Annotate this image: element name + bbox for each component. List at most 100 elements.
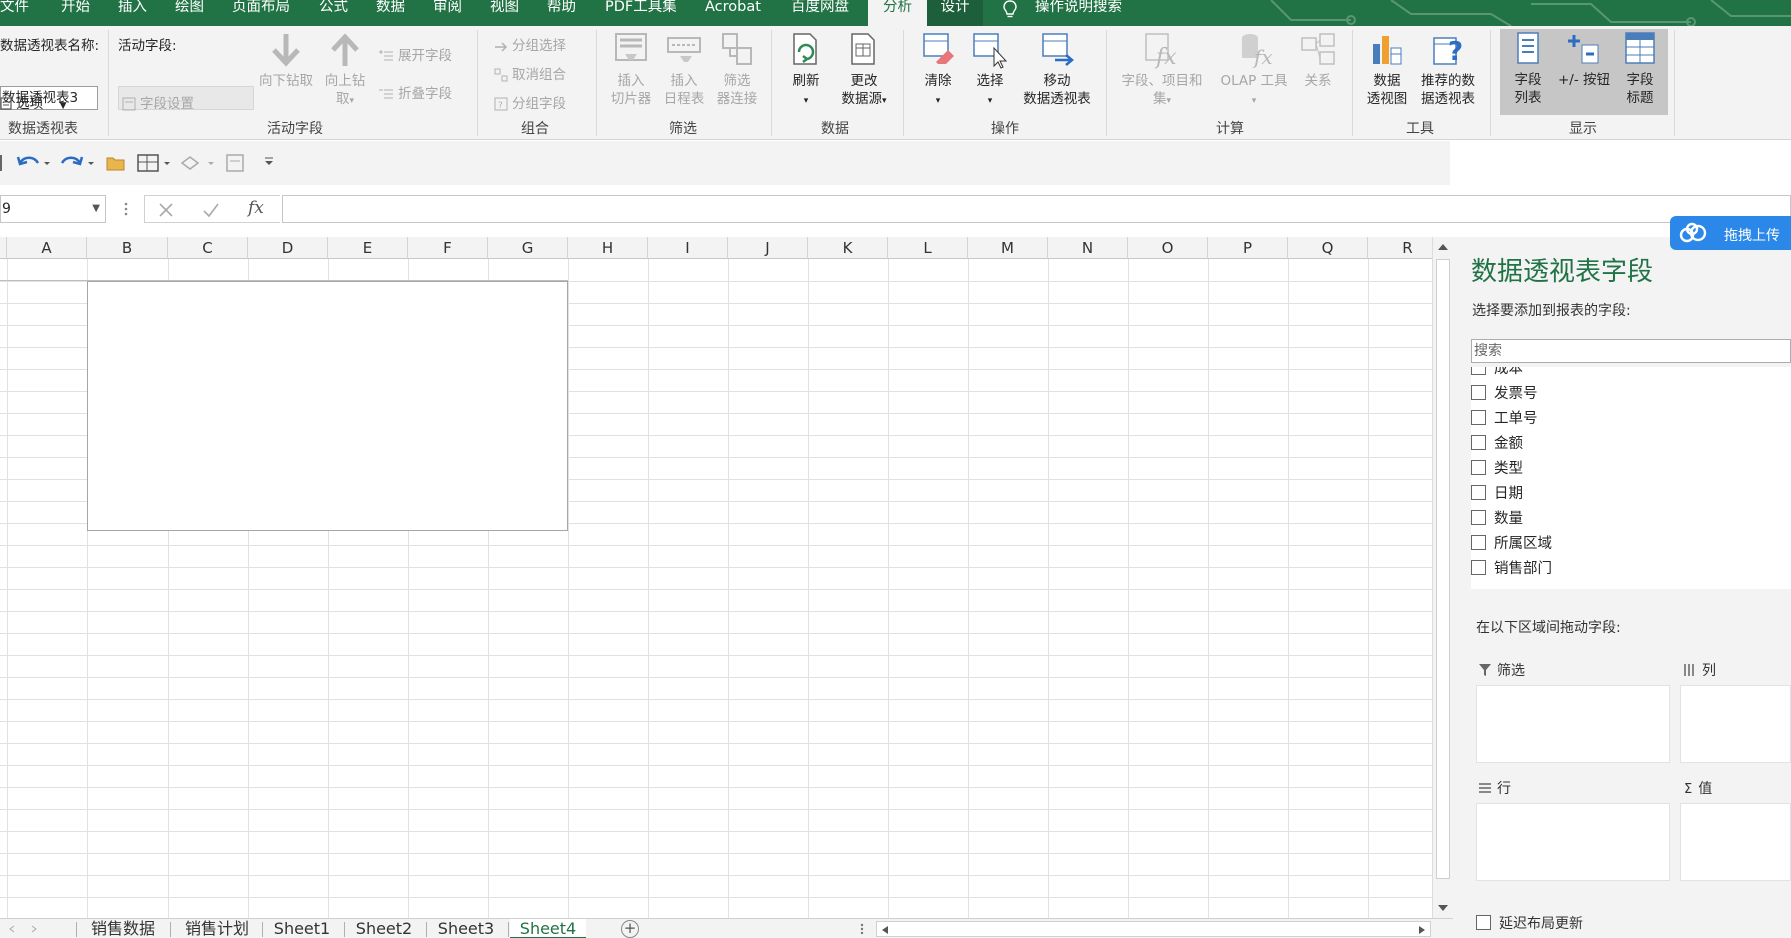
field-item-work-order-no[interactable]: 工单号 — [1471, 407, 1771, 432]
enter-check-icon[interactable] — [202, 202, 220, 218]
select-button[interactable]: 选择 ▾ — [964, 30, 1016, 110]
filter-connections-button[interactable]: 筛选 器连接 — [710, 30, 764, 108]
pivotchart-button[interactable]: 数据 透视图 — [1360, 30, 1414, 108]
change-data-source-button[interactable]: 更改 数据源▾ — [833, 30, 895, 110]
collapse-field-button[interactable]: 折叠字段 — [378, 82, 452, 102]
field-item-amount[interactable]: 金额 — [1471, 432, 1771, 457]
column-header-q[interactable]: Q — [1288, 237, 1368, 259]
checkbox[interactable] — [1471, 435, 1486, 450]
form-icon[interactable] — [224, 153, 248, 173]
tab-file[interactable]: 文件 — [0, 0, 29, 26]
open-folder-icon[interactable] — [106, 154, 126, 172]
relationships-button[interactable]: 关系 — [1294, 30, 1342, 90]
sheet-tab-sales-plan[interactable]: 销售计划 — [174, 919, 260, 938]
column-header-h[interactable]: H — [568, 237, 648, 259]
clear-button[interactable]: 清除 ▾ — [912, 30, 964, 110]
columns-drop-area[interactable] — [1680, 685, 1791, 763]
column-header-p[interactable]: P — [1208, 237, 1288, 259]
column-header-j[interactable]: J — [728, 237, 808, 259]
pivot-table-placeholder[interactable] — [87, 281, 568, 531]
add-sheet-button[interactable]: + — [621, 920, 639, 938]
values-drop-area[interactable] — [1680, 803, 1791, 881]
column-header-a[interactable]: A — [7, 237, 87, 259]
expand-field-button[interactable]: 展开字段 — [378, 44, 452, 64]
tab-baidu-netdisk[interactable]: 百度网盘 — [791, 0, 849, 26]
layout-icon[interactable] — [136, 153, 172, 173]
checkbox[interactable] — [1471, 485, 1486, 500]
column-header-n[interactable]: N — [1048, 237, 1128, 259]
field-search-input[interactable]: 搜索 — [1471, 339, 1791, 363]
sheet-nav-arrows-icon[interactable] — [8, 925, 38, 933]
horizontal-scrollbar[interactable] — [876, 921, 1431, 937]
field-item-cost[interactable]: 成本 — [1471, 367, 1771, 382]
checkbox[interactable] — [1471, 535, 1486, 550]
touch-mode-icon[interactable] — [178, 153, 216, 173]
group-selection-button[interactable]: 分组选择 — [494, 34, 566, 54]
column-header-o[interactable]: O — [1128, 237, 1208, 259]
checkbox[interactable] — [1471, 560, 1486, 575]
tab-draw[interactable]: 绘图 — [175, 0, 204, 26]
tab-review[interactable]: 审阅 — [433, 0, 462, 26]
insert-function-button[interactable]: fx — [248, 198, 264, 218]
vertical-scrollbar[interactable] — [1432, 237, 1453, 918]
insert-slicer-button[interactable]: 插入 切片器 — [604, 30, 658, 108]
field-item-region[interactable]: 所属区域 — [1471, 532, 1771, 557]
filters-drop-area[interactable] — [1476, 685, 1670, 763]
tab-analyze[interactable]: 分析 — [868, 0, 927, 26]
column-header-k[interactable]: K — [808, 237, 888, 259]
worksheet-grid[interactable]: A B C D E F G H I J K L M N O P Q R — [0, 237, 1432, 918]
checkbox[interactable] — [1471, 510, 1486, 525]
column-header-f[interactable]: F — [408, 237, 488, 259]
checkbox[interactable] — [1471, 460, 1486, 475]
column-header-d[interactable]: D — [248, 237, 328, 259]
name-box[interactable]: 9 ▼ — [0, 195, 106, 223]
sheet-tab-sales-data[interactable]: 销售数据 — [80, 919, 166, 938]
vertical-scroll-thumb[interactable] — [1436, 259, 1450, 879]
group-field-button[interactable]: ? 分组字段 — [494, 92, 566, 112]
move-pivottable-button[interactable]: 移动 数据透视表 — [1017, 30, 1097, 108]
insert-timeline-button[interactable]: 插入 日程表 — [657, 30, 711, 108]
scroll-down-icon[interactable] — [1437, 903, 1449, 913]
column-header-i[interactable]: I — [648, 237, 728, 259]
select-all-corner[interactable] — [0, 237, 7, 259]
customize-toolbar-icon[interactable] — [264, 157, 274, 167]
column-header-r[interactable]: R — [1368, 237, 1432, 259]
sheet-tab-sheet3[interactable]: Sheet3 — [430, 919, 502, 938]
options-button[interactable]: 选项 ▼ — [0, 92, 67, 112]
recommended-pivottables-button[interactable]: ? 推荐的数 据透视表 — [1412, 30, 1484, 108]
field-list-toggle[interactable]: 字段 列表 — [1500, 29, 1556, 115]
undo-icon[interactable] — [16, 153, 50, 173]
plus-minus-buttons-toggle[interactable]: +/- 按钮 — [1556, 29, 1612, 115]
scroll-left-icon[interactable] — [881, 925, 889, 935]
sheet-tab-sheet2[interactable]: Sheet2 — [348, 919, 420, 938]
sheet-tab-sheet4[interactable]: Sheet4 — [510, 919, 586, 938]
tab-page-layout[interactable]: 页面布局 — [232, 0, 290, 26]
field-item-sales-dept[interactable]: 销售部门 — [1471, 557, 1771, 582]
column-header-m[interactable]: M — [968, 237, 1048, 259]
column-header-l[interactable]: L — [888, 237, 968, 259]
defer-update-checkbox[interactable] — [1476, 915, 1491, 930]
field-headers-toggle[interactable]: 字段 标题 — [1612, 29, 1668, 115]
baidu-upload-badge[interactable]: 拖拽上传 — [1670, 216, 1791, 250]
tell-me-search[interactable]: 操作说明搜索 — [1035, 0, 1122, 26]
tab-home[interactable]: 开始 — [61, 0, 90, 26]
tab-insert[interactable]: 插入 — [118, 0, 147, 26]
sheet-tab-sheet1[interactable]: Sheet1 — [266, 919, 338, 938]
fields-items-sets-button[interactable]: fx 字段、项目和 集▾ — [1114, 30, 1210, 110]
drill-down-button[interactable]: 向下钻取 — [254, 30, 318, 90]
scroll-up-icon[interactable] — [1437, 242, 1449, 252]
rows-drop-area[interactable] — [1476, 803, 1670, 881]
field-item-invoice-no[interactable]: 发票号 — [1471, 382, 1771, 407]
tab-data[interactable]: 数据 — [376, 0, 405, 26]
field-item-quantity[interactable]: 数量 — [1471, 507, 1771, 532]
drill-up-button[interactable]: 向上钻 取▾ — [318, 30, 372, 110]
tab-pdf-tools[interactable]: PDF工具集 — [605, 0, 677, 26]
column-header-c[interactable]: C — [168, 237, 248, 259]
tab-help[interactable]: 帮助 — [547, 0, 576, 26]
redo-icon[interactable] — [60, 153, 94, 173]
tab-splitter-grip-icon[interactable] — [860, 923, 864, 935]
chevron-down-icon[interactable]: ▼ — [92, 196, 100, 222]
tab-design[interactable]: 设计 — [927, 0, 983, 26]
checkbox[interactable] — [1471, 385, 1486, 400]
defer-layout-update[interactable]: 延迟布局更新 — [1476, 913, 1583, 933]
